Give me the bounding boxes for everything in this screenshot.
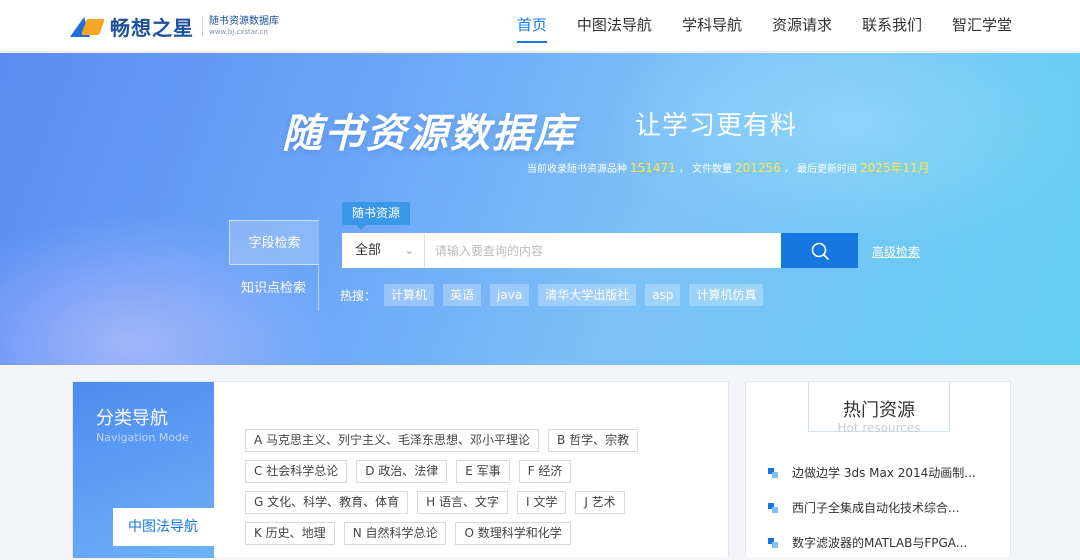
- hot-resources-subtitle: Hot resources: [837, 421, 921, 435]
- category-item[interactable]: O 数理科学和化学: [455, 522, 571, 545]
- square-bullet-icon: [768, 467, 778, 478]
- nav-clc-navigation[interactable]: 中图法导航: [577, 0, 652, 52]
- search-button[interactable]: [781, 233, 858, 268]
- hot-resource-item[interactable]: 边做边学 3ds Max 2014动画制...: [768, 455, 998, 490]
- category-item[interactable]: J 艺术: [575, 491, 625, 514]
- category-sidebar: 分类导航 Navigation Mode 中图法导航: [73, 382, 214, 558]
- square-bullet-icon: [768, 502, 778, 513]
- hero-banner: 随书资源数据库 让学习更有料 当前收录随书资源品种 151471， 文件数量 201…: [0, 53, 1080, 365]
- category-navigation-panel: 分类导航 Navigation Mode 中图法导航 A 马克思主义、列宁主义、…: [72, 381, 729, 558]
- main-nav: 首页 中图法导航 学科导航 资源请求 联系我们 智汇学堂: [487, 0, 1012, 52]
- category-row: A 马克思主义、列宁主义、毛泽东思想、邓小平理论 B 哲学、宗教: [245, 429, 715, 452]
- logo-name: 畅想之星: [110, 15, 194, 40]
- logo-subtitle-block: 随书资源数据库 www.bj.cxstar.cn: [202, 15, 279, 36]
- search-mode-tabs: 字段检索 知识点检索: [229, 220, 319, 311]
- stats-line: 当前收录随书资源品种 151471， 文件数量 201256， 最后更新时间 2025…: [527, 159, 933, 176]
- hot-resource-title: 边做边学 3ds Max 2014动画制...: [792, 466, 976, 480]
- category-subtitle: Navigation Mode: [96, 431, 189, 444]
- hot-resource-title: 数字滤波器的MATLAB与FPGA...: [792, 536, 968, 550]
- tab-field-search[interactable]: 字段检索: [229, 220, 319, 265]
- category-item[interactable]: F 经济: [518, 460, 572, 483]
- stats-updated: 2025年11月: [860, 161, 930, 175]
- hot-resources-title: 热门资源: [843, 400, 915, 421]
- site-logo[interactable]: 畅想之星 随书资源数据库 www.bj.cxstar.cn: [69, 12, 279, 40]
- search-icon: [811, 242, 829, 260]
- search-box: 全部 ⌄: [342, 233, 858, 268]
- advanced-search-link[interactable]: 高级检索: [872, 243, 920, 260]
- category-row: K 历史、地理 N 自然科学总论 O 数理科学和化学: [245, 522, 715, 545]
- stats-mid: ， 文件数量: [678, 164, 732, 175]
- banner-slogan: 让学习更有料: [635, 111, 798, 141]
- hot-tag[interactable]: java: [490, 284, 530, 306]
- category-item[interactable]: K 历史、地理: [245, 522, 335, 545]
- category-item[interactable]: G 文化、科学、教育、体育: [245, 491, 409, 514]
- nav-home[interactable]: 首页: [516, 0, 547, 52]
- category-item[interactable]: H 语言、文字: [417, 491, 508, 514]
- tab-clc-navigation[interactable]: 中图法导航: [113, 508, 214, 546]
- hot-resources-list: 边做边学 3ds Max 2014动画制... 西门子全集成自动化技术综合...…: [768, 455, 998, 560]
- top-header: 畅想之星 随书资源数据库 www.bj.cxstar.cn 首页 中图法导航 学…: [0, 0, 1080, 52]
- stats-prefix: 当前收录随书资源品种: [527, 164, 627, 175]
- square-bullet-icon: [768, 537, 778, 548]
- category-title: 分类导航: [96, 408, 168, 429]
- category-grid: A 马克思主义、列宁主义、毛泽东思想、邓小平理论 B 哲学、宗教 C 社会科学总…: [245, 429, 715, 553]
- logo-url: www.bj.cxstar.cn: [209, 27, 268, 36]
- category-row: C 社会科学总论 D 政治、法律 E 军事 F 经济: [245, 460, 715, 483]
- search-scope-value: 全部: [355, 243, 382, 258]
- hot-tag[interactable]: 计算机仿真: [689, 284, 764, 306]
- nav-contact-us[interactable]: 联系我们: [862, 0, 922, 52]
- category-item[interactable]: A 马克思主义、列宁主义、毛泽东思想、邓小平理论: [245, 429, 540, 452]
- stats-resource-count: 151471: [630, 161, 676, 175]
- hot-tag[interactable]: 清华大学出版社: [538, 284, 637, 306]
- hot-searches: 热搜： 计算机 英语 java 清华大学出版社 asp 计算机仿真: [340, 284, 772, 306]
- nav-academy[interactable]: 智汇学堂: [952, 0, 1012, 52]
- nav-subject-navigation[interactable]: 学科导航: [682, 0, 742, 52]
- hot-tag[interactable]: 英语: [443, 284, 482, 306]
- hot-resource-item[interactable]: 数字滤波器的MATLAB与FPGA...: [768, 525, 998, 560]
- category-item[interactable]: D 政治、法律: [356, 460, 448, 483]
- banner-title: 随书资源数据库: [282, 111, 576, 157]
- nav-resource-request[interactable]: 资源请求: [772, 0, 832, 52]
- chevron-down-icon: ⌄: [404, 244, 414, 257]
- category-row: G 文化、科学、教育、体育 H 语言、文字 I 文学 J 艺术: [245, 491, 715, 514]
- hot-resource-item[interactable]: 西门子全集成自动化技术综合...: [768, 490, 998, 525]
- resource-type-tag[interactable]: 随书资源: [342, 202, 411, 230]
- tab-knowledge-search[interactable]: 知识点检索: [229, 266, 319, 311]
- stats-suffix: ， 最后更新时间: [783, 164, 857, 175]
- category-item[interactable]: N 自然科学总论: [343, 522, 447, 545]
- logo-subtitle: 随书资源数据库: [209, 15, 279, 27]
- logo-mark-icon: [69, 13, 105, 39]
- hot-tag[interactable]: asp: [645, 284, 681, 306]
- search-scope-select[interactable]: 全部 ⌄: [343, 234, 425, 267]
- hot-resources-panel: 热门资源 Hot resources 边做边学 3ds Max 2014动画制.…: [745, 381, 1011, 557]
- category-item[interactable]: C 社会科学总论: [245, 460, 348, 483]
- category-item[interactable]: B 哲学、宗教: [548, 429, 639, 452]
- hot-resource-title: 西门子全集成自动化技术综合...: [792, 501, 960, 515]
- hot-tag[interactable]: 计算机: [384, 284, 435, 306]
- stats-file-count: 201256: [735, 161, 781, 175]
- search-input[interactable]: [435, 234, 775, 267]
- hot-searches-label: 热搜：: [340, 288, 377, 303]
- category-item[interactable]: I 文学: [516, 491, 567, 514]
- category-item[interactable]: E 军事: [456, 460, 510, 483]
